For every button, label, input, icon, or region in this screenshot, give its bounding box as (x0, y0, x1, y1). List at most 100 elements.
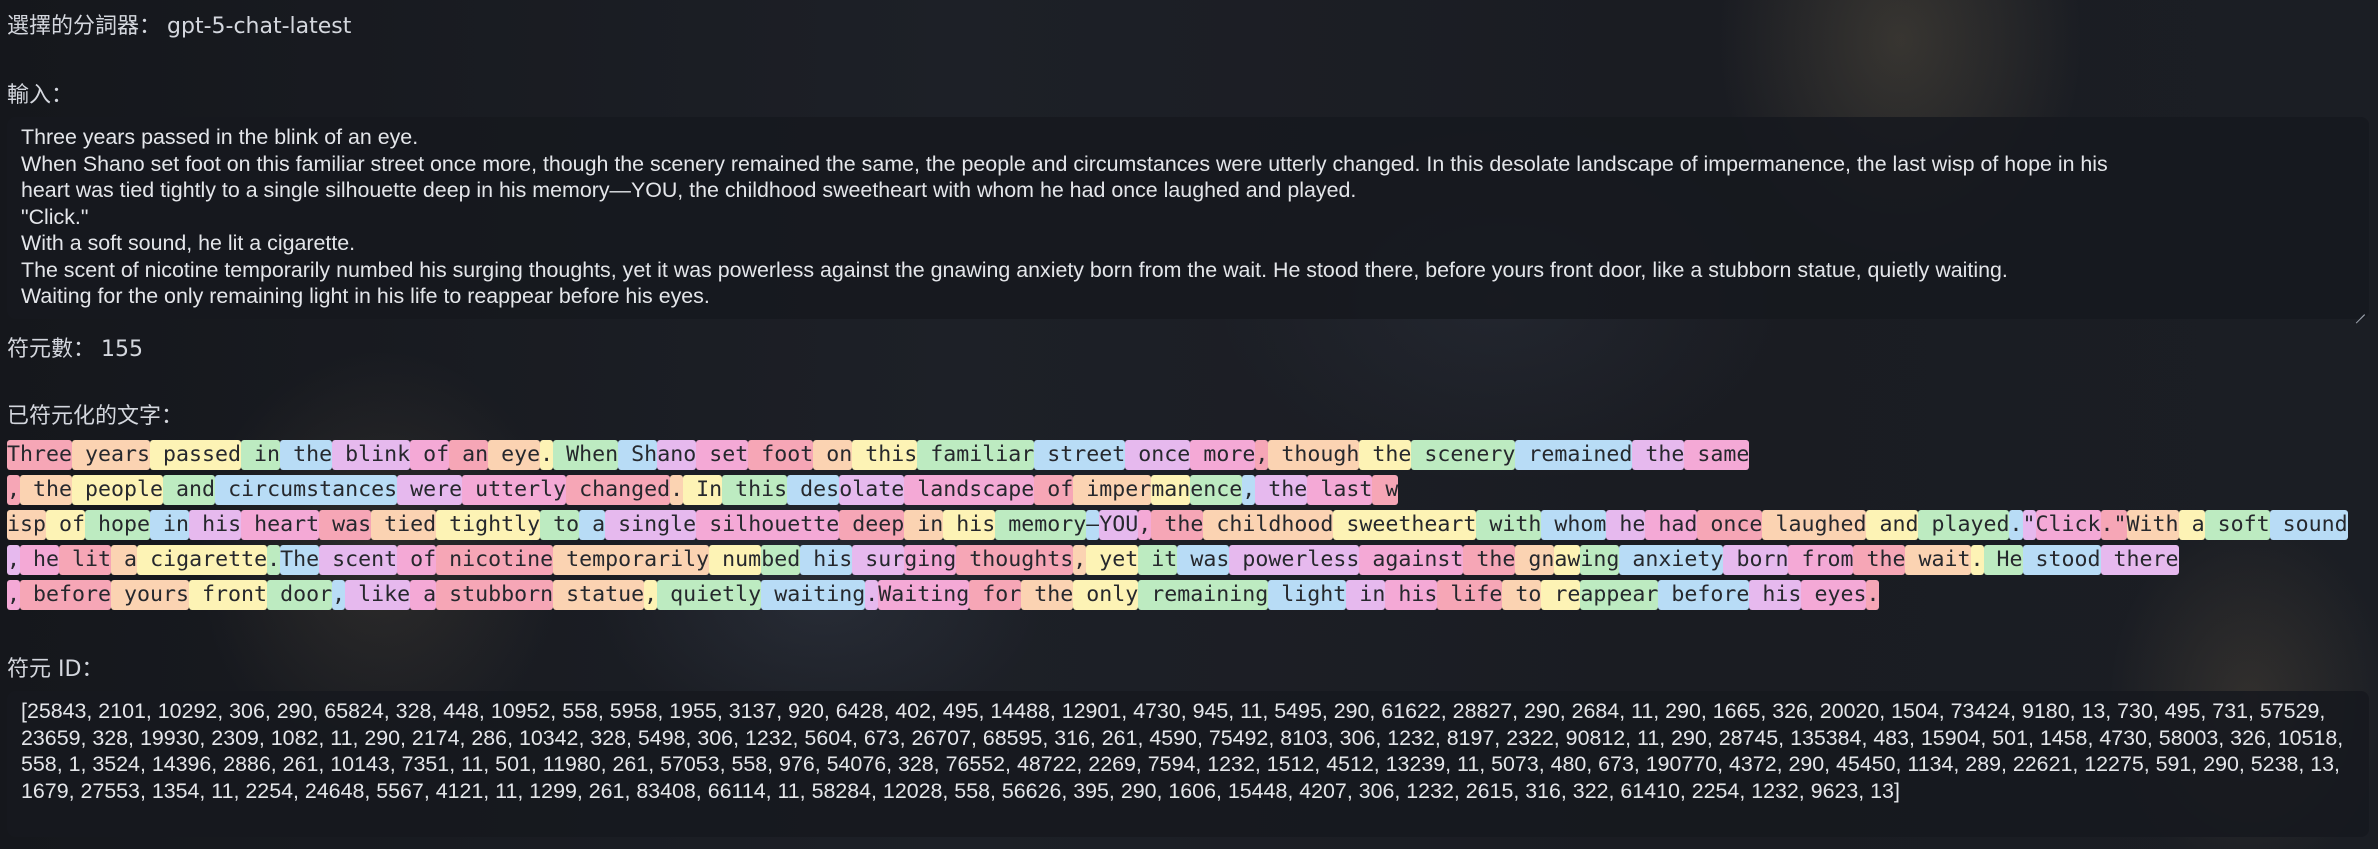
token-chip: waiting (761, 580, 866, 610)
token-chip: re (1541, 580, 1581, 610)
token-chip: , (332, 580, 346, 610)
token-chip: door (267, 580, 333, 610)
token-chip: against (1359, 545, 1464, 575)
input-text: Three years passed in the blink of an ey… (21, 124, 2355, 310)
token-chip: years (72, 440, 151, 470)
token-chip: . (2009, 510, 2023, 540)
token-chip: tied (371, 510, 437, 540)
token-chip: the (20, 475, 73, 505)
token-chip: of (1034, 475, 1074, 505)
token-chip: scent (319, 545, 398, 575)
token-chip: He (1983, 545, 2023, 575)
tokenized-text-label: 已符元化的文字： (7, 404, 184, 429)
tokenized-text: Three​ years​ passed​ in​ the​ blink​ of… (7, 437, 2373, 612)
token-chip: in (150, 510, 190, 540)
token-chip: the (1853, 545, 1906, 575)
token-chip: remained (1515, 440, 1633, 470)
token-chip: Waiting (878, 580, 970, 610)
token-chip: it (1138, 545, 1178, 575)
token-chip: eyes (1801, 580, 1867, 610)
token-chip: heart (241, 510, 320, 540)
token-chip: his (1749, 580, 1802, 610)
token-chip: before (1658, 580, 1750, 610)
token-chip: powerless (1229, 545, 1360, 575)
token-chip: temporarily (553, 545, 710, 575)
token-chip: , (7, 545, 21, 575)
token-chip: on (813, 440, 853, 470)
token-chip: yours (111, 580, 190, 610)
token-chip: soft (2204, 510, 2270, 540)
token-chip: " (2022, 510, 2036, 540)
token-chip: landscape (904, 475, 1035, 505)
token-chip: — (1086, 510, 1100, 540)
token-chip: played (1918, 510, 2010, 540)
token-chip: foot (748, 440, 814, 470)
token-chip: a (410, 580, 437, 610)
token-chip: set (696, 440, 749, 470)
input-line: With a soft sound, he lit a cigarette. (21, 231, 356, 255)
token-chip: des (787, 475, 840, 505)
token-chip: ano (657, 440, 697, 470)
token-chip: single (605, 510, 697, 540)
token-chip: sound (2269, 510, 2348, 540)
token-chip: ing (1580, 545, 1620, 575)
token-chip: a (111, 545, 138, 575)
tokenizer-value: gpt-5-chat-latest (167, 14, 352, 39)
token-chip: like (345, 580, 411, 610)
token-chip: anxiety (1619, 545, 1724, 575)
token-chip: of (46, 510, 86, 540)
input-line: When Shano set foot on this familiar str… (21, 151, 2108, 176)
token-chip: YOU (1099, 510, 1139, 540)
token-chip: of (397, 545, 437, 575)
token-chip: the (280, 440, 333, 470)
token-chip: a (2178, 510, 2205, 540)
token-chip: deep (839, 510, 905, 540)
token-chip: thoughts (956, 545, 1074, 575)
token-chip: tightly (436, 510, 541, 540)
token-chip: . (267, 545, 281, 575)
token-chip: last (1307, 475, 1373, 505)
input-line: The scent of nicotine temporarily numbed… (21, 257, 2008, 282)
token-chip: was (1177, 545, 1230, 575)
token-chip: the (1255, 475, 1308, 505)
token-chip: eye (488, 440, 541, 470)
token-ids-box: [25843, 2101, 10292, 306, 290, 65824, 32… (7, 691, 2369, 837)
token-chip: life (1437, 580, 1503, 610)
token-chip: the (1359, 440, 1412, 470)
token-count: 符元數： 155 (7, 331, 143, 363)
input-line: heart was tied tightly to a single silho… (21, 178, 1357, 202)
token-chip: scenery (1411, 440, 1516, 470)
token-chip: the (1463, 545, 1516, 575)
token-ids-label: 符元 ID： (7, 657, 104, 682)
token-chip: isp (7, 510, 47, 540)
token-chip: appear (1580, 580, 1659, 610)
token-chip: and (1866, 510, 1919, 540)
token-chip: When (553, 440, 619, 470)
input-line: Three years passed in the blink of an ey… (21, 125, 419, 149)
token-chip: to (540, 510, 580, 540)
token-chip: lit (59, 545, 112, 575)
token-chip: hope (85, 510, 151, 540)
token-chip: stubborn (436, 580, 554, 610)
token-chip: this (722, 475, 788, 505)
token-chip: statue (553, 580, 645, 610)
token-chip: . (670, 475, 684, 505)
token-chip: stood (2022, 545, 2101, 575)
input-textarea[interactable]: Three years passed in the blink of an ey… (7, 117, 2369, 319)
token-chip: laughed (1762, 510, 1867, 540)
token-chip: num (709, 545, 762, 575)
input-label: 輸入： (7, 83, 74, 108)
resize-handle-icon[interactable] (2355, 305, 2365, 315)
token-chip: Click (2035, 510, 2101, 540)
token-chip: in (1346, 580, 1386, 610)
token-chip: though (1268, 440, 1360, 470)
token-ids-value: [25843, 2101, 10292, 306, 290, 65824, 32… (21, 699, 2344, 803)
token-chip: the (1632, 440, 1685, 470)
token-chip: light (1268, 580, 1347, 610)
token-chip: , (1073, 545, 1087, 575)
token-chip: circumstances (215, 475, 398, 505)
token-chip: his (800, 545, 853, 575)
token-chip: he (20, 545, 60, 575)
token-chip: ging (904, 545, 957, 575)
token-chip: With (2126, 510, 2179, 540)
